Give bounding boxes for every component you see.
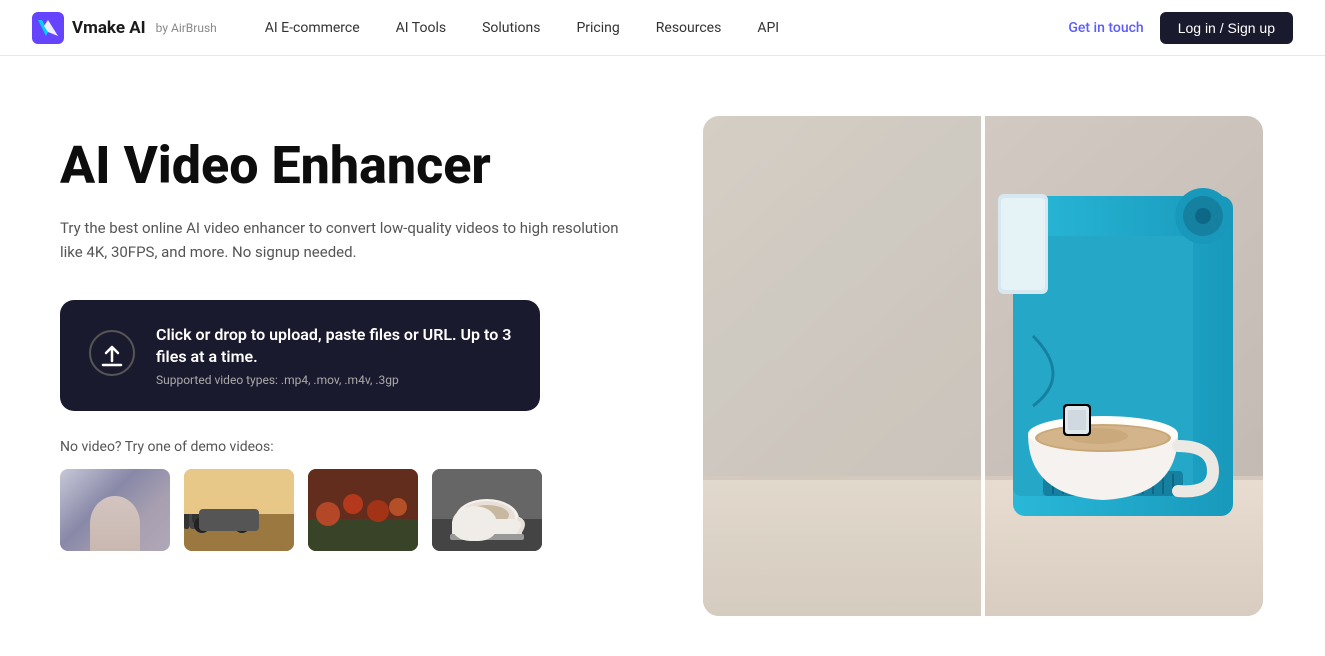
nav-pricing[interactable]: Pricing — [576, 20, 619, 36]
demo-label: No video? Try one of demo videos: — [60, 439, 640, 455]
demo-thumb-1[interactable] — [60, 469, 170, 551]
main-content: AI Video Enhancer Try the best online AI… — [0, 56, 1325, 656]
nav-ai-tools[interactable]: AI Tools — [396, 20, 446, 36]
navbar: Vmake AI by AirBrush AI E-commerce AI To… — [0, 0, 1325, 56]
get-in-touch-link[interactable]: Get in touch — [1068, 20, 1143, 36]
login-signup-button[interactable]: Log in / Sign up — [1160, 12, 1293, 44]
demo-thumbs — [60, 469, 640, 551]
page-title: AI Video Enhancer — [60, 136, 640, 196]
left-panel: AI Video Enhancer Try the best online AI… — [60, 116, 640, 551]
coffee-scene-svg — [703, 116, 1263, 616]
logo[interactable]: Vmake AI by AirBrush — [32, 12, 217, 44]
logo-text: Vmake AI — [72, 18, 146, 38]
upload-area[interactable]: Click or drop to upload, paste files or … — [60, 300, 540, 411]
nav-links: AI E-commerce AI Tools Solutions Pricing… — [265, 20, 1069, 36]
nav-right: Get in touch Log in / Sign up — [1068, 12, 1293, 44]
upload-icon — [88, 329, 136, 381]
logo-by: by AirBrush — [156, 21, 217, 35]
nav-resources[interactable]: Resources — [656, 20, 722, 36]
page-subtitle: Try the best online AI video enhancer to… — [60, 216, 620, 264]
nav-api[interactable]: API — [757, 20, 779, 36]
demo-thumb-2[interactable] — [184, 469, 294, 551]
upload-text-area: Click or drop to upload, paste files or … — [156, 324, 512, 387]
nav-ai-ecommerce[interactable]: AI E-commerce — [265, 20, 360, 36]
before-after-image — [703, 116, 1263, 616]
demo-thumb-3[interactable] — [308, 469, 418, 551]
nav-solutions[interactable]: Solutions — [482, 20, 540, 36]
upload-sub-text: Supported video types: .mp4, .mov, .m4v,… — [156, 373, 512, 387]
demo-thumb-4[interactable] — [432, 469, 542, 551]
right-panel — [680, 116, 1285, 616]
vmake-logo-icon — [32, 12, 64, 44]
upload-main-text: Click or drop to upload, paste files or … — [156, 324, 512, 369]
